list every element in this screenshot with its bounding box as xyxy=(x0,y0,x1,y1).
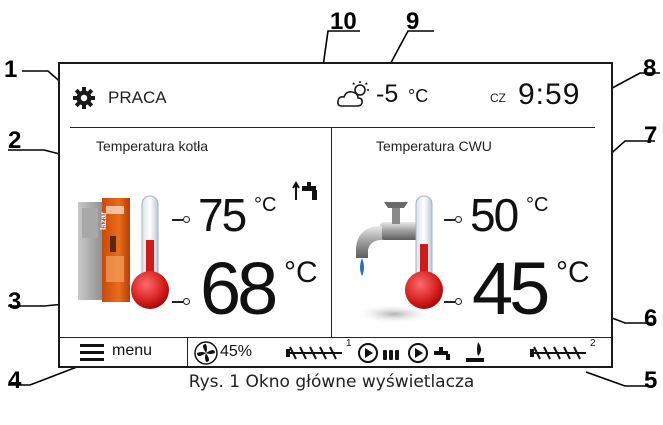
header-divider xyxy=(70,127,595,128)
burner-icon xyxy=(466,342,484,362)
footer-menu-divider xyxy=(187,338,188,366)
fan-icon xyxy=(194,341,218,365)
dhw-set-marker xyxy=(444,216,464,224)
dhw-panel[interactable]: Temperatura CWU 50 °C 45 °C xyxy=(334,130,610,336)
thermometer-icon xyxy=(131,195,169,309)
weather-area[interactable]: -5 °C xyxy=(336,78,446,112)
footer-bar: menu 45% 1 2 xyxy=(60,338,611,366)
figure-caption: Rys. 1 Okno główne wyświetlacza xyxy=(188,372,475,392)
menu-button[interactable]: menu xyxy=(70,338,185,366)
boiler-current-marker xyxy=(172,298,192,306)
callout-1: 1 xyxy=(4,56,18,83)
tap-arrow-icon xyxy=(292,181,317,200)
boiler-set-temp[interactable]: 75 xyxy=(198,188,247,242)
boiler-panel[interactable]: Temperatura kotła lazar 75 °C 68 °C xyxy=(62,130,330,336)
boiler-current-unit: °C xyxy=(284,256,318,289)
dhw-title: Temperatura CWU xyxy=(376,138,492,154)
callout-9: 9 xyxy=(406,8,420,35)
tap-icon xyxy=(434,347,450,360)
dhw-current-marker xyxy=(444,298,464,306)
status-area[interactable]: PRACA xyxy=(72,84,212,112)
thermometer-icon xyxy=(405,195,443,309)
callout-7: 7 xyxy=(644,122,658,149)
radiator-icon xyxy=(383,350,399,360)
menu-icon xyxy=(80,344,104,361)
clock-time: 9:59 xyxy=(518,78,581,111)
feeder-screw-icon xyxy=(530,346,586,360)
boiler-current-temp: 68 xyxy=(200,247,278,330)
feeder1-index: 1 xyxy=(346,338,352,349)
dhw-current-temp: 45 xyxy=(472,247,550,330)
boiler-set-marker xyxy=(172,216,192,224)
dhw-set-unit: °C xyxy=(526,194,549,216)
callout-8: 8 xyxy=(643,55,657,82)
day-label: CZ xyxy=(490,91,506,105)
callout-10: 10 xyxy=(330,8,357,35)
display-screen: PRACA -5 °C CZ 9:59 Temperatura kotła la… xyxy=(58,62,613,368)
feeder-screw-icon xyxy=(286,346,342,360)
menu-label: menu xyxy=(112,342,153,359)
boiler-title: Temperatura kotła xyxy=(96,138,209,154)
cloud-sun-icon xyxy=(337,81,369,107)
callout-3: 3 xyxy=(8,288,22,315)
status-label: PRACA xyxy=(108,88,167,107)
boiler-brand: lazar xyxy=(99,211,108,230)
callout-6: 6 xyxy=(644,305,658,332)
pump-play-icon xyxy=(358,343,378,363)
fan-percent: 45% xyxy=(220,343,253,360)
pump-play-icon xyxy=(408,343,428,363)
feeder2-index: 2 xyxy=(590,338,596,349)
dhw-current-unit: °C xyxy=(556,256,590,289)
callout-2: 2 xyxy=(8,127,22,154)
weather-temp: -5 xyxy=(376,80,399,108)
clock-area[interactable]: CZ 9:59 xyxy=(490,78,610,112)
dhw-set-temp[interactable]: 50 xyxy=(470,188,519,242)
center-divider xyxy=(331,128,332,338)
gear-icon xyxy=(73,87,95,109)
boiler-set-unit: °C xyxy=(254,194,277,216)
weather-unit: °C xyxy=(408,86,429,106)
